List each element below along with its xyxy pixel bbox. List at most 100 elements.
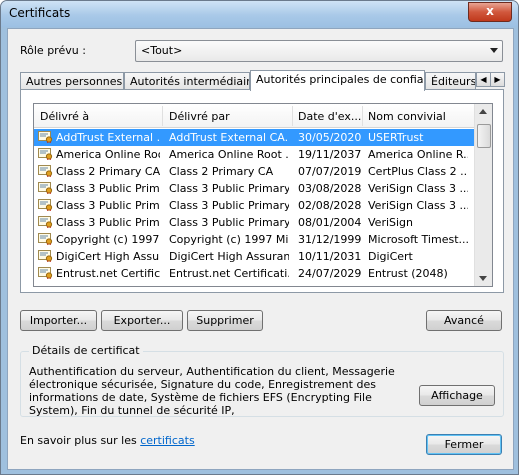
import-button[interactable]: Importer... <box>20 310 97 331</box>
table-cell: CertPlus Class 2 ... <box>368 165 468 178</box>
window-close-button[interactable]: x <box>468 2 512 22</box>
table-cell: Class 3 Public Primary ... <box>169 182 289 195</box>
table-row[interactable]: Class 3 Public Prima... Class 3 Public Pr… <box>34 214 474 231</box>
table-row[interactable]: Class 3 Public Prima... Class 3 Public Pr… <box>34 180 474 197</box>
certificate-purposes-text: Authentification du serveur, Authentific… <box>29 365 395 417</box>
table-cell: Class 3 Public Primary ... <box>169 199 289 212</box>
export-button[interactable]: Exporter... <box>101 310 183 331</box>
table-cell: Entrust.net Certificati... <box>169 267 289 280</box>
column-header-expiration[interactable]: Date d'ex... <box>298 110 362 123</box>
learn-more-text: En savoir plus sur les certificats <box>20 434 195 447</box>
tab-label: Autorités principales de confiance <box>256 73 425 86</box>
certificate-icon <box>38 165 53 178</box>
chevron-down-icon <box>490 48 498 53</box>
table-cell: DigiCert High Assur... <box>56 250 160 263</box>
table-row[interactable]: Class 2 Primary CA Class 2 Primary CA 07/0… <box>34 163 474 180</box>
table-cell: Entrust (2048) <box>368 267 448 280</box>
table-row[interactable]: Class 3 Public Prima... Class 3 Public Pr… <box>34 197 474 214</box>
table-cell: Microsoft Timest... <box>368 233 468 246</box>
table-cell: Class 3 Public Primary ... <box>169 216 289 229</box>
table-cell: Copyright (c) 1997 ... <box>56 233 160 246</box>
certificate-details-title: Détails de certificat <box>29 344 143 357</box>
table-cell: 10/11/2031 <box>298 250 362 263</box>
table-cell: 07/07/2019 <box>298 165 362 178</box>
tab-label: Autres personnes <box>26 75 123 88</box>
list-scrollbar[interactable] <box>474 104 492 286</box>
role-select[interactable]: <Tout> <box>135 40 503 62</box>
tab-panel: Délivré à Délivré par Date d'ex... Nom c… <box>20 89 504 293</box>
table-cell: DigiCert <box>368 250 413 263</box>
table-cell: VeriSign Class 3 ... <box>368 182 468 195</box>
dialog-body: Rôle prévu : <Tout> Autres personnes Aut… <box>7 28 514 470</box>
certificate-icon <box>38 131 53 144</box>
table-cell: 30/05/2020 <box>298 131 362 144</box>
table-row[interactable]: Entrust.net Certific... Entrust.net Certi… <box>34 265 474 282</box>
column-header-friendly-name[interactable]: Nom convivial <box>368 110 468 123</box>
table-cell: America Online Root ... <box>169 148 289 161</box>
column-divider[interactable] <box>362 106 363 126</box>
advanced-button[interactable]: Avancé <box>426 310 502 331</box>
certificate-icon <box>38 233 53 246</box>
table-row[interactable]: DigiCert High Assur... DigiCert High Assu… <box>34 248 474 265</box>
tab-scroll-right-button[interactable]: ▶ <box>490 72 505 87</box>
table-cell: Class 3 Public Prima... <box>56 182 160 195</box>
table-row[interactable]: Copyright (c) 1997 ... Copyright (c) 1997… <box>34 231 474 248</box>
certificate-icon <box>38 267 53 280</box>
table-cell: VeriSign <box>368 216 414 229</box>
table-cell: Copyright (c) 1997 Mi... <box>169 233 289 246</box>
learn-more-prefix: En savoir plus sur les <box>20 434 141 447</box>
scroll-down-icon[interactable] <box>479 276 487 281</box>
arrow-right-icon: ▶ <box>494 75 501 84</box>
column-divider[interactable] <box>162 106 163 126</box>
certificates-window: Certificats x Rôle prévu : <Tout> Autres… <box>0 0 519 475</box>
window-title: Certificats <box>9 6 71 20</box>
table-cell: America Online Roo... <box>56 148 160 161</box>
table-row[interactable]: AddTrust External ... AddTrust External C… <box>34 129 474 146</box>
tab-label: Éditeurs a <box>431 75 476 88</box>
table-cell: Class 2 Primary CA <box>56 165 160 178</box>
certificates-link[interactable]: certificats <box>140 434 194 447</box>
certificate-icon <box>38 148 53 161</box>
table-cell: America Online R... <box>368 148 468 161</box>
view-button[interactable]: Affichage <box>419 385 495 406</box>
table-cell: Entrust.net Certific... <box>56 267 160 280</box>
tab-autres-personnes[interactable]: Autres personnes <box>20 72 124 89</box>
table-cell: USERTrust <box>368 131 424 144</box>
table-cell: Class 2 Primary CA <box>169 165 274 178</box>
certificate-details-group: Détails de certificat Authentification d… <box>20 344 504 417</box>
table-row[interactable]: America Online Roo... America Online Root… <box>34 146 474 163</box>
tab-scroll-left-button[interactable]: ◀ <box>476 72 491 87</box>
table-cell: 31/12/1999 <box>298 233 362 246</box>
certificate-icon <box>38 216 53 229</box>
table-cell: 03/08/2028 <box>298 182 362 195</box>
tab-strip: Autres personnes Autorités intermédiaire… <box>20 70 505 91</box>
certificate-list[interactable]: Délivré à Délivré par Date d'ex... Nom c… <box>33 103 493 287</box>
tab-editeurs[interactable]: Éditeurs a <box>425 72 476 89</box>
table-cell: AddTrust External ... <box>56 131 160 144</box>
tab-label: Autorités intermédiaires <box>130 75 250 88</box>
tab-autorites-intermediaires[interactable]: Autorités intermédiaires <box>124 72 250 89</box>
table-cell: Class 3 Public Prima... <box>56 216 160 229</box>
list-header: Délivré à Délivré par Date d'ex... Nom c… <box>34 104 474 128</box>
table-cell: 24/07/2029 <box>298 267 362 280</box>
arrow-left-icon: ◀ <box>480 75 487 84</box>
scroll-up-icon[interactable] <box>479 109 487 114</box>
role-label: Rôle prévu : <box>20 44 86 57</box>
scroll-thumb[interactable] <box>477 124 491 148</box>
delete-button[interactable]: Supprimer <box>187 310 263 331</box>
column-header-issued-to[interactable]: Délivré à <box>40 110 160 123</box>
role-select-value: <Tout> <box>141 44 183 57</box>
table-cell: AddTrust External CA... <box>169 131 289 144</box>
close-icon: x <box>486 4 494 18</box>
table-cell: 08/01/2004 <box>298 216 362 229</box>
column-divider[interactable] <box>292 106 293 126</box>
table-cell: VeriSign Class 3 ... <box>368 199 468 212</box>
table-cell: DigiCert High Assuran... <box>169 250 289 263</box>
certificate-icon <box>38 182 53 195</box>
close-button[interactable]: Fermer <box>426 434 502 455</box>
title-bar: Certificats x <box>1 1 518 27</box>
column-header-issued-by[interactable]: Délivré par <box>169 110 289 123</box>
tab-autorites-principales[interactable]: Autorités principales de confiance <box>250 70 425 91</box>
table-cell: 19/11/2037 <box>298 148 362 161</box>
certificate-icon <box>38 250 53 263</box>
